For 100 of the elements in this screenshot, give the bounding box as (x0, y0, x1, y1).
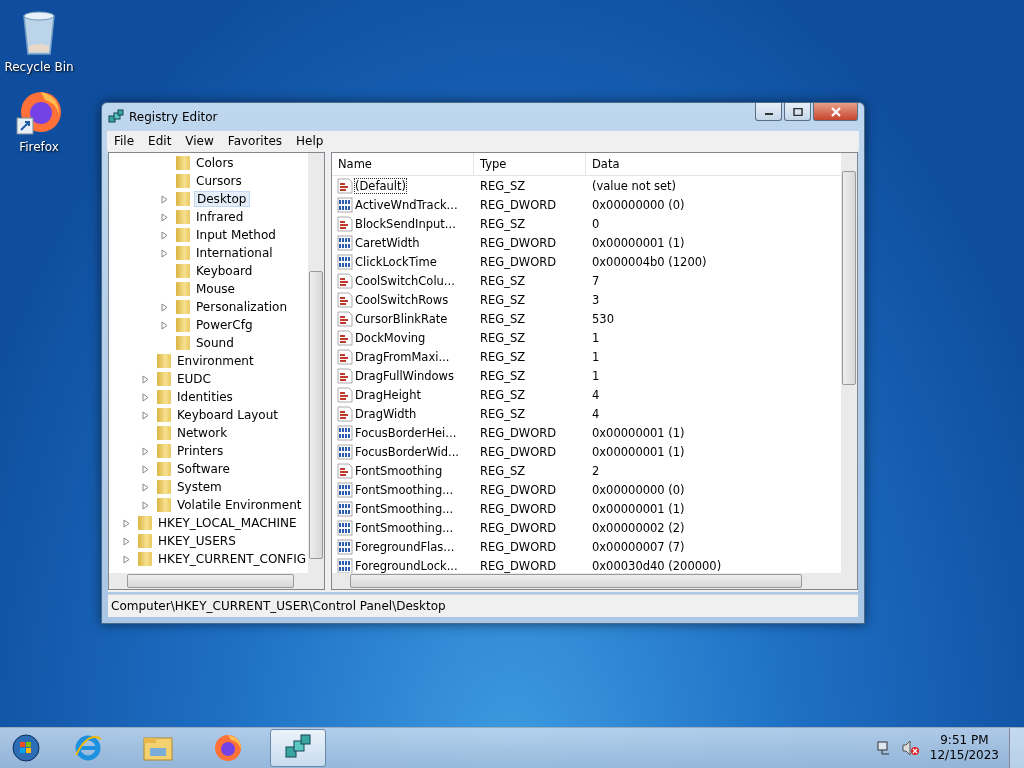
muted-speaker-icon[interactable] (901, 740, 920, 756)
close-button[interactable] (813, 103, 858, 121)
recycle-bin-icon[interactable] (21, 10, 57, 56)
tree-item[interactable]: Identities (175, 390, 235, 404)
expand-arrow-icon[interactable] (142, 482, 149, 492)
value-name[interactable]: BlockSendInput... (354, 215, 457, 232)
value-name[interactable]: FontSmoothing (354, 462, 444, 479)
value-name[interactable]: DragWidth (354, 405, 418, 422)
tree-item[interactable]: Network (175, 426, 230, 440)
menu-item[interactable]: File (107, 134, 142, 148)
tree-item[interactable]: Software (175, 462, 232, 476)
tree-item[interactable]: Infrared (194, 210, 246, 224)
tree-item[interactable]: Environment (175, 354, 256, 368)
value-type: REG_DWORD (479, 482, 558, 497)
folder-icon (138, 534, 152, 548)
folder-icon (138, 552, 152, 566)
expand-arrow-icon[interactable] (123, 536, 130, 546)
string-value-icon (337, 215, 353, 232)
value-data: 530 (591, 311, 615, 326)
value-name[interactable]: DragHeight (354, 386, 422, 403)
expand-arrow-icon[interactable] (142, 446, 149, 456)
value-name[interactable]: ActiveWndTrack... (354, 196, 459, 213)
maximize-button[interactable] (784, 103, 811, 121)
tree-item[interactable]: HKEY_LOCAL_MACHINE (156, 516, 299, 530)
value-name[interactable]: (Default) (354, 177, 407, 194)
value-name[interactable]: DragFromMaxi... (354, 348, 451, 365)
value-data: 4 (591, 406, 601, 421)
column-header[interactable]: Type (474, 153, 586, 175)
tree-item[interactable]: Desktop (194, 191, 250, 207)
tree-item[interactable]: HKEY_CURRENT_CONFIG (156, 552, 308, 566)
horizontal-scrollbar[interactable] (109, 573, 324, 589)
value-name[interactable]: DragFullWindows (354, 367, 455, 384)
network-icon[interactable] (875, 740, 892, 756)
column-header[interactable]: Name (332, 153, 474, 175)
value-data: 0x00000001 (1) (591, 501, 686, 516)
expand-arrow-icon[interactable] (161, 302, 168, 312)
show-desktop-button[interactable] (1009, 728, 1024, 768)
tree-item[interactable]: Volatile Environment (175, 498, 304, 512)
menu-item[interactable]: Help (289, 134, 331, 148)
value-name[interactable]: FontSmoothing... (354, 481, 455, 498)
expand-arrow-icon[interactable] (161, 194, 168, 204)
tree-item[interactable]: Cursors (194, 174, 244, 188)
value-name[interactable]: CursorBlinkRate (354, 310, 449, 327)
vertical-scrollbar[interactable] (308, 153, 324, 573)
registry-taskbar-button[interactable] (270, 729, 326, 767)
value-name[interactable]: FocusBorderHei... (354, 424, 458, 441)
value-data: 2 (591, 463, 601, 478)
tree-item[interactable]: Keyboard Layout (175, 408, 280, 422)
tree-item[interactable]: Colors (194, 156, 236, 170)
value-name[interactable]: DockMoving (354, 329, 427, 346)
menu-item[interactable]: Edit (141, 134, 179, 148)
expand-arrow-icon[interactable] (142, 374, 149, 384)
string-value-icon (337, 310, 353, 327)
expand-arrow-icon[interactable] (142, 392, 149, 402)
expand-arrow-icon[interactable] (123, 554, 130, 564)
expand-arrow-icon[interactable] (123, 518, 130, 528)
expand-arrow-icon[interactable] (142, 410, 149, 420)
value-name[interactable]: FontSmoothing... (354, 500, 455, 517)
tree-item[interactable]: System (175, 480, 224, 494)
value-name[interactable]: CoolSwitchColu... (354, 272, 456, 289)
value-name[interactable]: ClickLockTime (354, 253, 438, 270)
tree-item[interactable]: PowerCfg (194, 318, 255, 332)
value-type: REG_SZ (479, 216, 527, 231)
column-header[interactable]: Data (586, 153, 841, 175)
value-data: 0x00000002 (2) (591, 520, 686, 535)
tree-item[interactable]: Mouse (194, 282, 237, 296)
tree-item[interactable]: Personalization (194, 300, 289, 314)
minimize-button[interactable] (755, 103, 782, 121)
value-type: REG_DWORD (479, 501, 558, 516)
value-name[interactable]: FocusBorderWid... (354, 443, 460, 460)
value-type: REG_SZ (479, 273, 527, 288)
tree-item[interactable]: EUDC (175, 372, 213, 386)
binary-value-icon (337, 234, 353, 251)
vertical-scrollbar[interactable] (841, 153, 857, 573)
expand-arrow-icon[interactable] (142, 500, 149, 510)
expand-arrow-icon[interactable] (161, 212, 168, 222)
expand-arrow-icon[interactable] (142, 464, 149, 474)
expand-arrow-icon[interactable] (161, 320, 168, 330)
menu-item[interactable]: View (178, 134, 221, 148)
tree-item[interactable]: Printers (175, 444, 226, 458)
string-value-icon (337, 367, 353, 384)
tree-item[interactable]: HKEY_USERS (156, 534, 238, 548)
tree-item[interactable]: International (194, 246, 275, 260)
value-name[interactable]: FontSmoothing... (354, 519, 455, 536)
value-data: 1 (591, 349, 601, 364)
expand-arrow-icon[interactable] (161, 248, 168, 258)
value-name[interactable]: ForegroundFlas... (354, 538, 456, 555)
expand-arrow-icon[interactable] (161, 230, 168, 240)
tree-item[interactable]: Sound (194, 336, 236, 350)
desktop-icon-label[interactable]: Firefox (19, 140, 59, 154)
value-name[interactable]: CoolSwitchRows (354, 291, 450, 308)
value-name[interactable]: CaretWidth (354, 234, 421, 251)
value-type: REG_SZ (479, 330, 527, 345)
tree-item[interactable]: Keyboard (194, 264, 255, 278)
tree-item[interactable]: Input Method (194, 228, 278, 242)
desktop-icon-label[interactable]: Recycle Bin (4, 60, 74, 74)
menu-item[interactable]: Favorites (220, 134, 290, 148)
clock[interactable]: 9:51 PM 12/15/2023 (929, 733, 999, 763)
value-name[interactable]: ForegroundLock... (354, 557, 459, 573)
horizontal-scrollbar[interactable] (332, 573, 857, 589)
